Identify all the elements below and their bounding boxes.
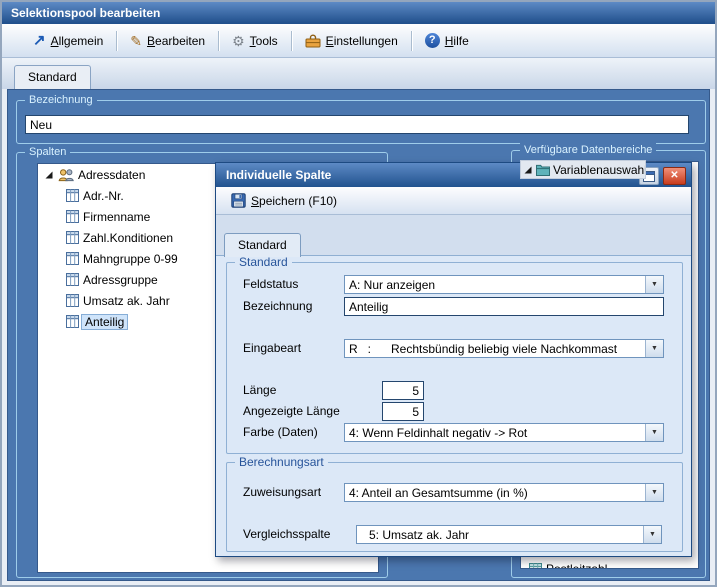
hilfe-label: Hilfe xyxy=(445,34,469,48)
zuweisungsart-label: Zuweisungsart xyxy=(243,485,321,499)
tree-item-label: Umsatz ak. Jahr xyxy=(83,294,170,308)
column-icon xyxy=(66,210,79,223)
vergleichsspalte-value: 5: Umsatz ak. Jahr xyxy=(357,526,643,543)
arrow-up-right-icon: ↗ xyxy=(33,34,46,48)
column-icon xyxy=(66,273,79,286)
gear-icon: ⚙ xyxy=(232,34,245,48)
bezeichnung-group-label: Bezeichnung xyxy=(25,93,97,107)
vergleichsspalte-label: Vergleichsspalte xyxy=(243,527,330,541)
close-button[interactable]: ✕ xyxy=(663,167,686,185)
laenge-label: Länge xyxy=(243,383,276,397)
dropdown-arrow-icon: ▼ xyxy=(645,340,663,357)
dropdown-arrow-icon: ▼ xyxy=(643,526,661,543)
column-icon xyxy=(66,231,79,244)
zuweisungsart-value: 4: Anteil an Gesamtsumme (in %) xyxy=(345,484,645,501)
main-tabstrip: Standard xyxy=(2,58,715,89)
bearbeiten-button[interactable]: ✎ Bearbeiten xyxy=(123,31,212,51)
eingabeart-label: Eingabeart xyxy=(243,341,301,355)
tree-item-label: Mahngruppe 0-99 xyxy=(83,252,178,266)
folder-icon xyxy=(536,164,550,176)
dialog-tab-standard[interactable]: Standard xyxy=(224,233,301,257)
feldstatus-label: Feldstatus xyxy=(243,277,298,291)
tab-standard[interactable]: Standard xyxy=(14,65,91,89)
expander-icon[interactable] xyxy=(523,165,533,175)
einstellungen-label: Einstellungen xyxy=(326,34,398,48)
farbe-label: Farbe (Daten) xyxy=(243,425,318,439)
tools-button[interactable]: ⚙ Tools xyxy=(225,31,285,51)
tree-item-label: Firmenname xyxy=(83,210,150,224)
dialog-content: Standard Feldstatus A: Nur anzeigen ▼ Be… xyxy=(216,255,691,556)
toolbar-separator xyxy=(116,31,117,51)
column-icon xyxy=(66,315,79,328)
window-titlebar: Selektionspool bearbeiten xyxy=(2,2,715,24)
berechnungsart-group: Berechnungsart Zuweisungsart 4: Anteil a… xyxy=(226,462,683,552)
zuweisungsart-combo[interactable]: 4: Anteil an Gesamtsumme (in %) ▼ xyxy=(344,483,664,502)
help-icon: ? xyxy=(425,33,440,48)
tree-item-postleitzahl[interactable]: Postleitzahl xyxy=(521,561,607,569)
eingabeart-combo[interactable]: R : Rechtsbündig beliebig viele Nachkomm… xyxy=(344,339,664,358)
datenbereiche-group-label: Verfügbare Datenbereiche xyxy=(520,143,656,157)
hilfe-button[interactable]: ? Hilfe xyxy=(418,30,476,51)
tree-item-label: Adr.-Nr. xyxy=(83,189,124,203)
addressdata-icon xyxy=(58,168,74,182)
bearbeiten-label: Bearbeiten xyxy=(147,34,205,48)
dialog-toolbar: Speichern (F10) xyxy=(216,187,691,215)
eingabeart-value: R : Rechtsbündig beliebig viele Nachkomm… xyxy=(345,340,645,357)
dlg-bezeichnung-label: Bezeichnung xyxy=(243,299,312,313)
expander-icon[interactable] xyxy=(44,170,54,180)
dropdown-arrow-icon: ▼ xyxy=(645,276,663,293)
einstellungen-button[interactable]: Einstellungen xyxy=(298,31,405,51)
laenge-input[interactable] xyxy=(382,381,424,400)
column-icon xyxy=(66,189,79,202)
dialog-window-buttons: ✕ xyxy=(639,167,686,185)
tree-item-label: Zahl.Konditionen xyxy=(83,231,173,245)
angezeigte-laenge-input[interactable] xyxy=(382,402,424,421)
dialog-title: Individuelle Spalte xyxy=(226,168,331,182)
bezeichnung-input[interactable] xyxy=(25,115,689,134)
column-teal-icon xyxy=(529,563,542,570)
farbe-value: 4: Wenn Feldinhalt negativ -> Rot xyxy=(345,424,645,441)
farbe-combo[interactable]: 4: Wenn Feldinhalt negativ -> Rot ▼ xyxy=(344,423,664,442)
spalten-group-label: Spalten xyxy=(25,145,70,159)
toolbar-separator xyxy=(411,31,412,51)
allgemein-button[interactable]: ↗ Allgemein xyxy=(26,31,110,51)
column-icon xyxy=(66,252,79,265)
berechnungsart-group-label: Berechnungsart xyxy=(235,455,328,469)
window-title: Selektionspool bearbeiten xyxy=(11,6,160,20)
vergleichsspalte-combo[interactable]: 5: Umsatz ak. Jahr ▼ xyxy=(356,525,662,544)
tree-item-label: Adressgruppe xyxy=(83,273,158,287)
dlg-bezeichnung-input[interactable] xyxy=(344,297,664,316)
dropdown-arrow-icon: ▼ xyxy=(645,484,663,501)
column-icon xyxy=(66,294,79,307)
individuelle-spalte-dialog: Individuelle Spalte ✕ Speichern (F10) St… xyxy=(215,162,692,557)
pencil-icon: ✎ xyxy=(130,34,142,48)
tree-item-label: Adressdaten xyxy=(78,168,145,182)
main-toolbar: ↗ Allgemein ✎ Bearbeiten ⚙ Tools Einstel… xyxy=(2,24,715,58)
toolbar-separator xyxy=(291,31,292,51)
save-icon xyxy=(231,193,246,208)
app-window: Selektionspool bearbeiten ↗ Allgemein ✎ … xyxy=(0,0,717,587)
tree-item-label: Variablenauswahl xyxy=(553,163,646,177)
save-button[interactable]: Speichern (F10) xyxy=(224,190,344,211)
tools-label: Tools xyxy=(250,34,278,48)
bezeichnung-group: Bezeichnung xyxy=(16,100,706,144)
toolbar-separator xyxy=(218,31,219,51)
save-label: Speichern (F10) xyxy=(251,194,337,208)
standard-group: Standard Feldstatus A: Nur anzeigen ▼ Be… xyxy=(226,262,683,454)
feldstatus-combo[interactable]: A: Nur anzeigen ▼ xyxy=(344,275,664,294)
toolbox-icon xyxy=(305,34,321,48)
tree-item-variablenauswahl[interactable]: Variablenauswahl xyxy=(520,160,646,179)
tree-item-label-selected: Anteilig xyxy=(81,314,128,330)
allgemein-label: Allgemein xyxy=(51,34,104,48)
dropdown-arrow-icon: ▼ xyxy=(645,424,663,441)
angezeigte-laenge-label: Angezeigte Länge xyxy=(243,404,340,418)
standard-group-label: Standard xyxy=(235,255,292,269)
tree-item-label: Postleitzahl xyxy=(546,562,607,569)
feldstatus-value: A: Nur anzeigen xyxy=(345,276,645,293)
